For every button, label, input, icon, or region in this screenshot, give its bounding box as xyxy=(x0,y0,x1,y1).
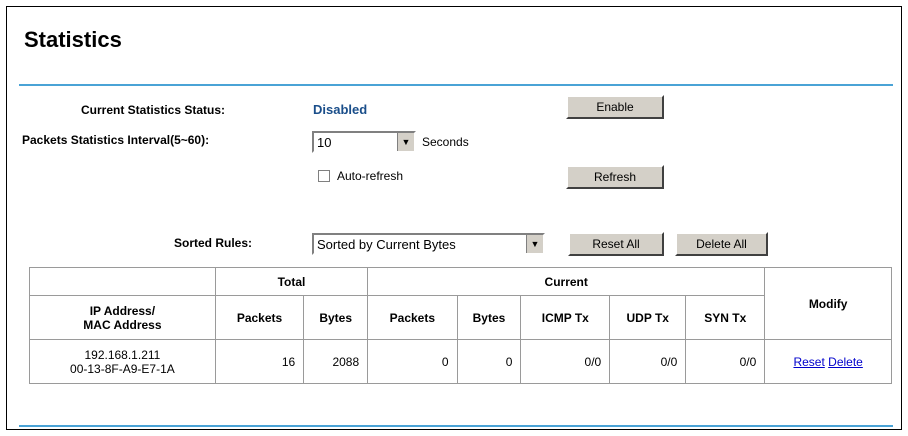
cell-current-packets: 0 xyxy=(367,339,458,384)
header-current-bytes: Bytes xyxy=(456,295,522,340)
auto-refresh-checkbox[interactable] xyxy=(318,170,330,182)
interval-label: Packets Statistics Interval(5~60): xyxy=(22,133,210,147)
sorted-rules-select[interactable]: Sorted by Current Bytes ▼ xyxy=(312,233,545,255)
status-value: Disabled xyxy=(313,102,368,117)
cell-modify: Reset Delete xyxy=(764,339,892,384)
row-ip: 192.168.1.211 xyxy=(84,347,161,362)
header-modify: Modify xyxy=(764,267,892,340)
status-label: Current Statistics Status: xyxy=(81,103,226,117)
header-current-packets: Packets xyxy=(367,295,458,340)
header-ip: IP Address/ xyxy=(89,303,156,318)
bottom-divider xyxy=(19,425,893,427)
page-title: Statistics xyxy=(24,27,122,52)
interval-unit: Seconds xyxy=(422,135,469,149)
reset-all-button[interactable]: Reset All xyxy=(568,232,664,256)
table-row: 192.168.1.211 00-13-8F-A9-E7-1A 16 2088 … xyxy=(29,339,892,384)
auto-refresh-label: Auto-refresh xyxy=(337,169,404,183)
enable-button[interactable]: Enable xyxy=(566,95,664,119)
sorted-rules-value: Sorted by Current Bytes xyxy=(317,236,456,252)
delete-all-button[interactable]: Delete All xyxy=(675,232,768,256)
chevron-down-icon[interactable]: ▼ xyxy=(526,235,543,253)
cell-total-packets: 16 xyxy=(214,339,305,384)
delete-link[interactable]: Delete xyxy=(828,355,863,369)
chevron-down-icon[interactable]: ▼ xyxy=(397,133,414,151)
header-udp: UDP Tx xyxy=(609,295,687,340)
header-icmp: ICMP Tx xyxy=(520,295,611,340)
cell-syn: 0/0 xyxy=(685,339,766,384)
cell-icmp: 0/0 xyxy=(520,339,611,384)
interval-select[interactable]: 10 ▼ xyxy=(312,131,416,153)
header-ip-mac: IP Address/ MAC Address xyxy=(29,295,216,340)
cell-ip-mac: 192.168.1.211 00-13-8F-A9-E7-1A xyxy=(29,339,216,384)
sorted-rules-label: Sorted Rules: xyxy=(174,236,253,250)
reset-link[interactable]: Reset xyxy=(793,355,824,369)
header-mac: MAC Address xyxy=(83,317,162,332)
header-total: Total xyxy=(214,267,369,296)
cell-total-bytes: 2088 xyxy=(303,339,369,384)
statistics-table: Total Current Modify IP Address/ MAC Add… xyxy=(29,267,892,384)
header-current: Current xyxy=(367,267,766,296)
refresh-button[interactable]: Refresh xyxy=(566,165,664,189)
row-mac: 00-13-8F-A9-E7-1A xyxy=(70,361,175,376)
cell-current-bytes: 0 xyxy=(456,339,522,384)
header-total-packets: Packets xyxy=(214,295,305,340)
header-syn: SYN Tx xyxy=(685,295,766,340)
header-total-bytes: Bytes xyxy=(303,295,369,340)
top-divider xyxy=(19,84,893,86)
table-header-blank xyxy=(29,267,216,296)
cell-udp: 0/0 xyxy=(609,339,687,384)
interval-value: 10 xyxy=(317,134,332,150)
